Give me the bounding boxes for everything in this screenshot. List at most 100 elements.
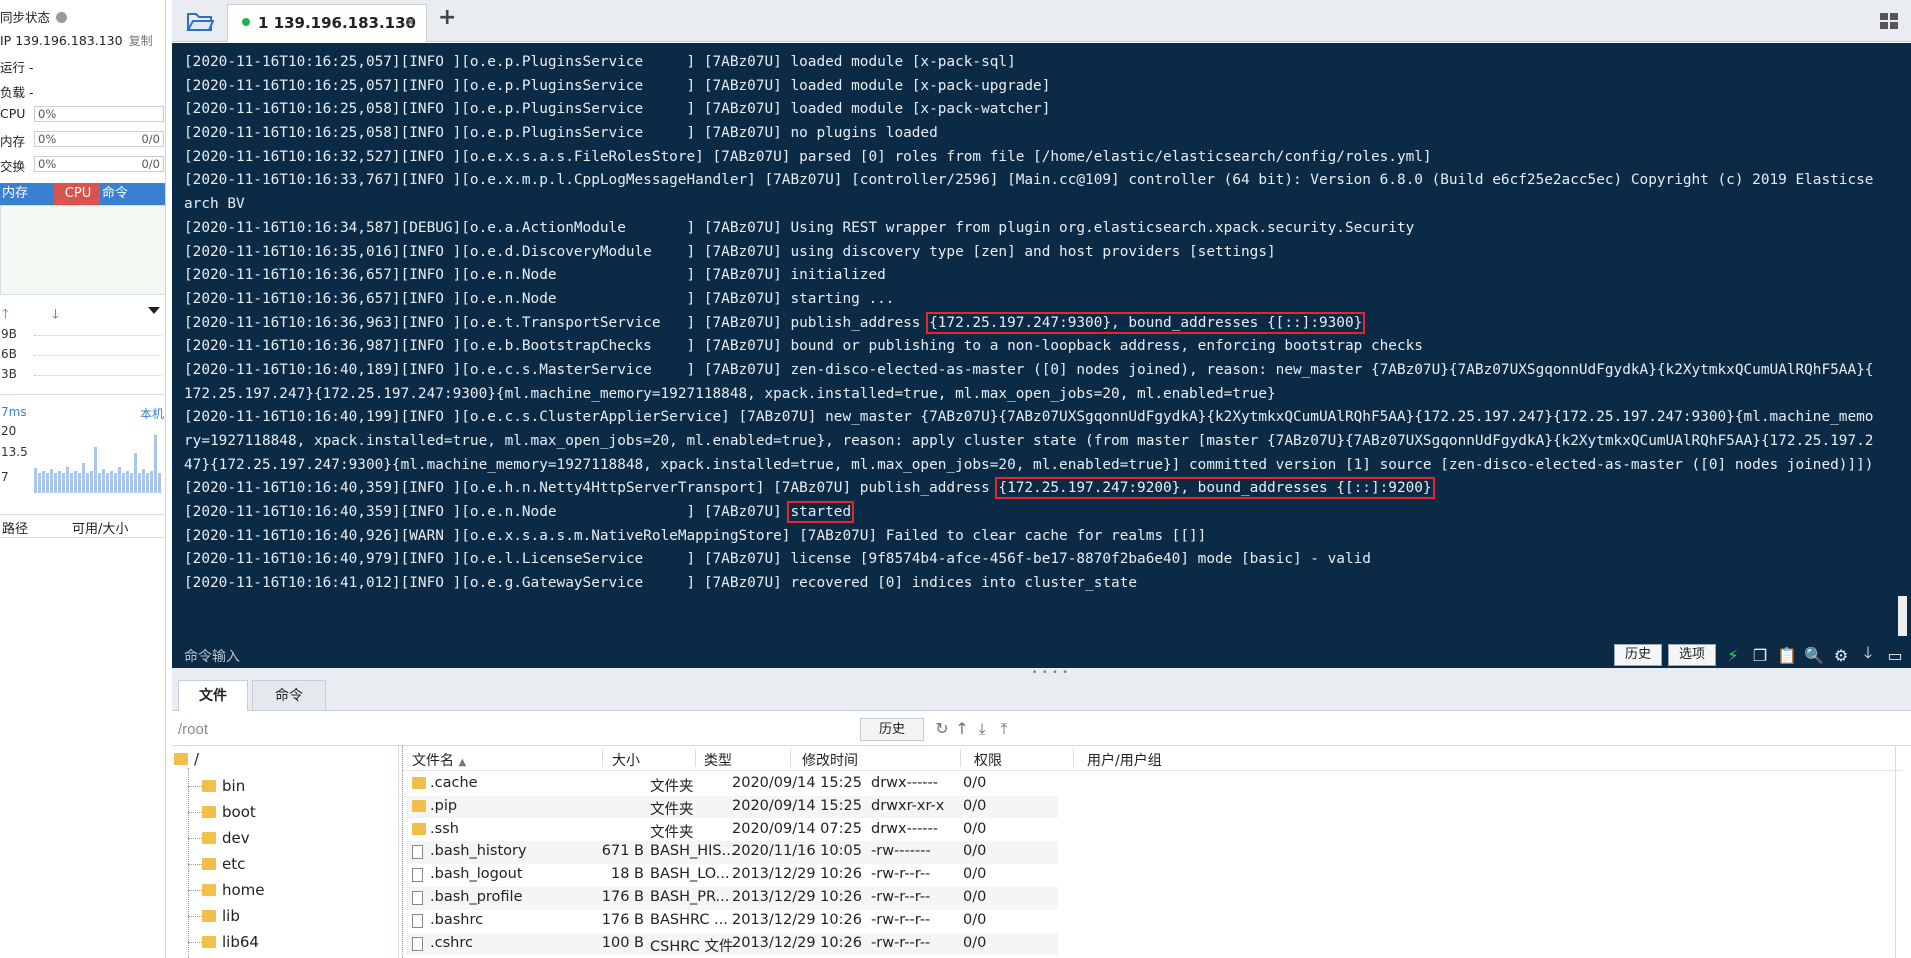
file-row[interactable]: .bash_profile 176 B BASH_PR... 2013/12/29 1…: [406, 887, 1058, 910]
terminal-line: [2020-11-16T10:16:36,963][INFO ][o.e.t.T…: [184, 311, 1894, 336]
file-row[interactable]: .pip 文件夹 2020/09/14 15:25 drwxr-xr-x 0/0: [406, 795, 1058, 819]
terminal-line-text: 172.25.197.247}{172.25.197.247:9300}{ml.…: [184, 385, 1276, 402]
terminal-line: [2020-11-16T10:16:25,057][INFO ][o.e.p.P…: [184, 75, 1894, 99]
terminal-line: [2020-11-16T10:16:40,359][INFO ][o.e.n.N…: [184, 501, 1894, 525]
search-icon[interactable]: 🔍: [1803, 644, 1825, 666]
download-file-icon[interactable]: ⤓: [972, 719, 992, 739]
metric-tab-command[interactable]: 命令: [100, 183, 165, 205]
file-mtime: 2020/09/14 07:25: [732, 820, 862, 837]
terminal-line-text: [2020-11-16T10:16:25,058][INFO ][o.e.p.P…: [184, 101, 1051, 118]
upload-file-icon[interactable]: ⤒: [994, 719, 1014, 739]
paste-icon[interactable]: 📋: [1776, 644, 1798, 666]
panel-splitter[interactable]: • • • •: [172, 668, 1911, 678]
close-tab-icon[interactable]: ✕: [404, 5, 416, 41]
file-type: CSHRC 文件: [650, 938, 734, 955]
tree-item-etc[interactable]: etc: [188, 855, 245, 873]
terminal-scrollbar[interactable]: [1898, 596, 1907, 636]
up-directory-icon[interactable]: ↑: [952, 719, 972, 739]
lightning-icon[interactable]: ⚡: [1722, 644, 1744, 666]
tree-item-lib64[interactable]: lib64: [188, 933, 259, 951]
gear-icon[interactable]: ⚙: [1830, 644, 1852, 666]
file-row[interactable]: .cache 文件夹 2020/09/14 15:25 drwx------ 0/0: [406, 773, 1058, 796]
download-icon[interactable]: 🡓: [1857, 643, 1879, 666]
terminal-line: [2020-11-16T10:16:40,926][WARN ][o.e.x.s…: [184, 525, 1894, 549]
file-perm: -rw-r--r--: [871, 866, 931, 883]
col-name[interactable]: 文件名 ▲: [412, 750, 466, 770]
net-label: 6B: [1, 347, 17, 361]
network-dropdown-icon[interactable]: [148, 307, 160, 314]
upload-arrow-icon: 🡑: [2, 307, 9, 322]
folder-icon: [202, 936, 216, 948]
col-size[interactable]: 大小: [612, 750, 640, 770]
tree-item-boot[interactable]: boot: [188, 803, 256, 821]
terminal-line-text: [2020-11-16T10:16:40,199][INFO ][o.e.c.s…: [184, 409, 1874, 426]
file-row[interactable]: .cshrc 100 B CSHRC 文件 2013/12/29 10:26 -rw-r…: [406, 932, 1058, 956]
tab-session-1[interactable]: 1 139.196.183.130 ✕: [227, 4, 427, 42]
terminal-line-text: [2020-11-16T10:16:32,527][INFO ][o.e.x.s…: [184, 148, 1432, 165]
tab-commands[interactable]: 命令: [252, 680, 326, 711]
terminal-options-button[interactable]: 选项: [1667, 644, 1716, 666]
col-perm[interactable]: 权限: [974, 750, 1002, 770]
file-mtime: 2013/12/29 10:26: [732, 934, 862, 951]
ping-label: 7: [1, 470, 9, 484]
terminal-history-button[interactable]: 历史: [1613, 644, 1662, 666]
folder-icon: [412, 777, 426, 789]
file-perm: -rw-r--r--: [871, 889, 931, 905]
maximize-icon[interactable]: ▭: [1884, 644, 1906, 666]
sync-status-dot-icon: [56, 12, 68, 23]
path-history-button[interactable]: 历史: [860, 718, 924, 741]
network-chart: 9B 6B 3B: [0, 325, 165, 395]
mem-extra: 0/0: [141, 132, 160, 146]
file-list-scrollbar[interactable]: [1895, 746, 1905, 958]
folder-icon: [202, 780, 216, 792]
file-row[interactable]: .bash_logout 18 B BASH_LO... 2013/12/29 10:…: [406, 864, 1058, 887]
copy-ip-button[interactable]: 复制: [129, 34, 153, 48]
tree-item-bin[interactable]: bin: [188, 777, 245, 795]
file-type: 文件夹: [650, 779, 694, 795]
file-row[interactable]: .ssh 文件夹 2020/09/14 07:25 drwx------ 0/0: [406, 819, 1058, 842]
file-owner: 0/0: [963, 843, 987, 860]
col-mtime[interactable]: 修改时间: [802, 750, 858, 770]
terminal-line-text: [2020-11-16T10:16:36,963][INFO ][o.e.t.T…: [184, 314, 930, 331]
file-row[interactable]: .bashrc 176 B BASHRC ... 2013/12/29 10:26 -r…: [406, 910, 1058, 933]
file-perm: drwx------: [871, 820, 938, 837]
terminal-line-text: [2020-11-16T10:16:40,926][WARN ][o.e.x.s…: [184, 527, 1207, 544]
terminal-line-text: ry=1927118848, xpack.installed=true, ml.…: [184, 433, 1874, 449]
terminal-line-text: [2020-11-16T10:16:33,767][INFO ][o.e.x.m…: [184, 172, 1874, 189]
layout-grid-icon[interactable]: [1879, 12, 1899, 30]
tab-files[interactable]: 文件: [178, 680, 248, 711]
terminal-line: [2020-11-16T10:16:32,527][INFO ][o.e.x.s…: [184, 146, 1894, 170]
file-owner: 0/0: [963, 866, 987, 883]
add-tab-button[interactable]: +: [438, 5, 456, 30]
file-mtime: 2013/12/29 10:26: [732, 866, 862, 883]
copy-icon[interactable]: ❐: [1749, 644, 1771, 666]
command-input[interactable]: 命令输入: [184, 646, 240, 666]
tree-item-dev[interactable]: dev: [188, 829, 250, 847]
file-name: .pip: [430, 797, 458, 814]
ping-ms: 7ms: [1, 405, 27, 419]
terminal-panel[interactable]: [2020-11-16T10:16:25,057][INFO ][o.e.p.P…: [172, 43, 1911, 668]
terminal-line: 47}{172.25.197.247:9300}{ml.machine_memo…: [184, 454, 1894, 478]
file-row[interactable]: .bash_history 671 B BASH_HIS... 2020/11/16 …: [406, 841, 1058, 864]
terminal-line-text: [2020-11-16T10:16:40,359][INFO ][o.e.n.N…: [184, 504, 791, 521]
metric-tab-cpu[interactable]: CPU: [54, 183, 100, 205]
path-input[interactable]: [178, 718, 858, 740]
tree-item-lib[interactable]: lib: [188, 907, 240, 925]
file-owner: 0/0: [963, 889, 987, 905]
terminal-line: [2020-11-16T10:16:40,979][INFO ][o.e.l.L…: [184, 548, 1894, 572]
refresh-icon[interactable]: ↻: [932, 719, 952, 739]
file-mtime: 2020/09/14 15:25: [732, 775, 862, 791]
server-ip-label: IP 139.196.183.130: [0, 33, 123, 48]
terminal-line-text: [2020-11-16T10:16:34,587][DEBUG][o.e.a.A…: [184, 219, 1415, 236]
terminal-line: [2020-11-16T10:16:35,016][INFO ][o.e.d.D…: [184, 241, 1894, 265]
folder-icon: [202, 858, 216, 870]
open-folder-icon[interactable]: [186, 9, 214, 33]
terminal-line: [2020-11-16T10:16:25,058][INFO ][o.e.p.P…: [184, 122, 1894, 146]
path-bar: 历史 ↻ ↑ ⤓ ⤒: [172, 712, 1911, 746]
metric-tab-memory[interactable]: 内存: [0, 183, 54, 205]
col-owner[interactable]: 用户/用户组: [1087, 750, 1162, 770]
file-perm: -rw-r--r--: [871, 911, 931, 928]
col-type[interactable]: 类型: [704, 750, 732, 770]
tree-item-home[interactable]: home: [188, 881, 265, 899]
tree-root[interactable]: /: [174, 750, 199, 768]
